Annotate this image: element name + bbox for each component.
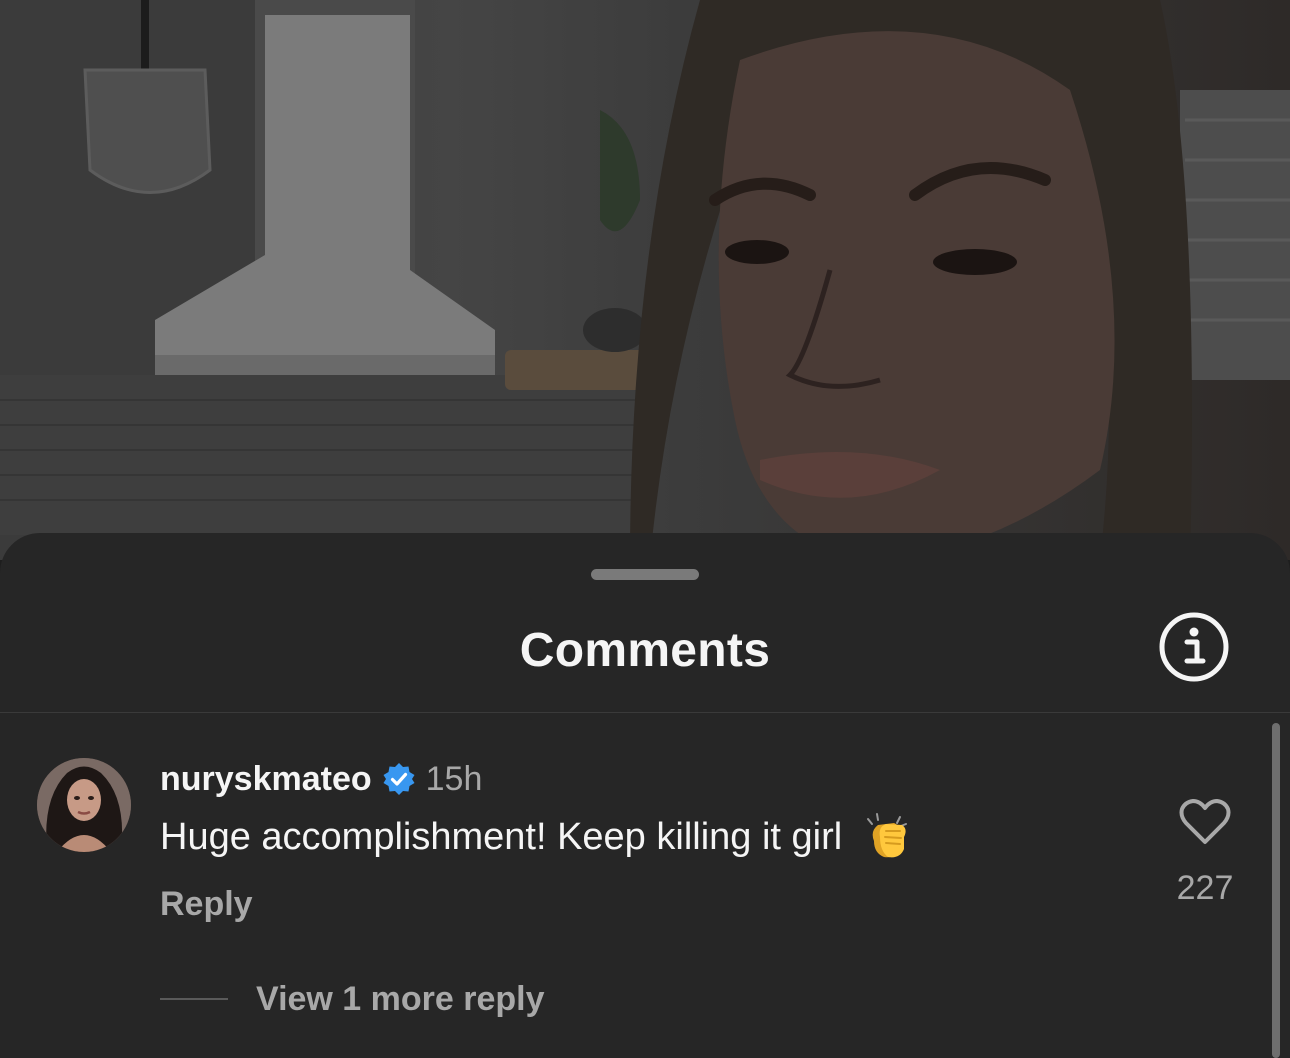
comment-item: nuryskmateo 15h Huge accomplishment! Kee… [0,713,1270,1058]
avatar-photo [37,758,131,852]
comment-meta: nuryskmateo 15h [160,757,482,801]
sheet-title: Comments [519,624,771,677]
view-more-replies-button[interactable]: View 1 more reply [160,975,545,1023]
like-count: 227 [1176,869,1234,907]
username-link[interactable]: nuryskmateo [160,760,372,799]
view-more-replies-label: View 1 more reply [256,979,545,1018]
scrollbar[interactable] [1272,723,1280,1058]
heart-icon [1179,799,1231,844]
info-button[interactable] [1158,611,1230,683]
comment-timestamp: 15h [425,759,483,798]
reply-button[interactable]: Reply [160,885,253,924]
avatar[interactable] [37,758,131,852]
comment-body: Huge accomplishment! Keep killing it gir… [160,811,912,863]
sheet-header: Comments [0,593,1290,713]
replies-thread-line [160,998,228,1000]
verified-badge-icon [382,762,416,796]
like-button[interactable] [1178,798,1232,846]
sheet-drag-handle[interactable] [591,569,699,580]
comments-sheet: Comments nuryskmateo 15h Huge accomplish… [0,533,1290,1058]
clapping-hands-emoji-icon [860,811,912,863]
info-icon [1159,612,1229,682]
video-background [0,0,1290,560]
comment-text: Huge accomplishment! Keep killing it gir… [160,815,843,858]
video-frame-illustration [0,0,1290,560]
